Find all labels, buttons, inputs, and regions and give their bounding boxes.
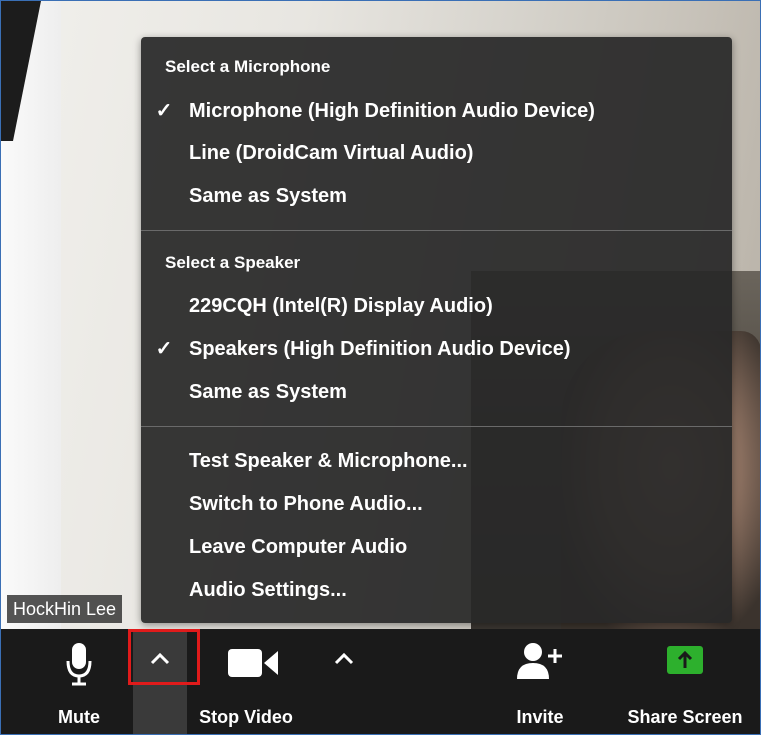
- add-person-icon: [517, 643, 562, 679]
- menu-item-label: Switch to Phone Audio...: [189, 493, 423, 515]
- menu-item-label: Speakers (High Definition Audio Device): [189, 338, 571, 360]
- menu-item-label: Microphone (High Definition Audio Device…: [189, 100, 595, 122]
- menu-item-speaker-same-as-system[interactable]: Same as System: [141, 374, 732, 410]
- menu-item-label: Same as System: [189, 381, 347, 403]
- checkmark-icon: ✓: [155, 100, 173, 122]
- menu-item-label: Test Speaker & Microphone...: [189, 450, 468, 472]
- invite-label: Invite: [516, 707, 564, 727]
- menu-item-audio-settings[interactable]: Audio Settings...: [141, 572, 732, 608]
- menu-item-speaker-hd[interactable]: ✓ Speakers (High Definition Audio Device…: [141, 331, 732, 367]
- share-screen-button[interactable]: Share Screen: [611, 629, 759, 734]
- highlight-box: [128, 629, 200, 685]
- menu-item-microphone-same-as-system[interactable]: Same as System: [141, 178, 732, 214]
- menu-item-leave-computer-audio[interactable]: Leave Computer Audio: [141, 529, 732, 565]
- share-screen-icon: [667, 646, 703, 674]
- stop-video-label: Stop Video: [199, 707, 293, 727]
- menu-item-switch-to-phone-audio[interactable]: Switch to Phone Audio...: [141, 486, 732, 522]
- menu-item-label: Leave Computer Audio: [189, 536, 408, 558]
- menu-item-label: Line (DroidCam Virtual Audio): [189, 142, 474, 164]
- invite-button[interactable]: Invite: [495, 629, 585, 734]
- menu-item-label: 229CQH (Intel(R) Display Audio): [189, 295, 493, 317]
- mute-button[interactable]: Mute: [37, 629, 121, 734]
- menu-divider: [141, 230, 732, 231]
- microphone-icon: [66, 643, 92, 686]
- share-screen-label: Share Screen: [627, 707, 743, 727]
- mute-label: Mute: [58, 707, 100, 727]
- menu-item-microphone-hd[interactable]: ✓ Microphone (High Definition Audio Devi…: [141, 93, 732, 129]
- meeting-toolbar: Mute Stop Video Invite Share Screen: [1, 629, 760, 734]
- video-camera-icon: [228, 649, 278, 677]
- participant-name-tag: HockHin Lee: [7, 595, 123, 623]
- menu-item-label: Audio Settings...: [189, 579, 347, 601]
- menu-divider: [141, 426, 732, 427]
- chevron-up-icon: [334, 652, 354, 665]
- meeting-window: HockHin Lee Select a Microphone ✓ Microp…: [0, 0, 761, 735]
- menu-item-label: Same as System: [189, 185, 347, 207]
- video-options-arrow-button[interactable]: [317, 629, 371, 734]
- microphone-section-title: Select a Microphone: [165, 57, 331, 76]
- speaker-section-title: Select a Speaker: [165, 253, 301, 272]
- menu-item-test-speaker-microphone[interactable]: Test Speaker & Microphone...: [141, 443, 732, 479]
- checkmark-icon: ✓: [155, 338, 173, 360]
- menu-item-microphone-droidcam[interactable]: Line (DroidCam Virtual Audio): [141, 135, 732, 171]
- audio-options-menu: Select a Microphone ✓ Microphone (High D…: [141, 37, 732, 623]
- menu-item-speaker-229cqh[interactable]: 229CQH (Intel(R) Display Audio): [141, 288, 732, 324]
